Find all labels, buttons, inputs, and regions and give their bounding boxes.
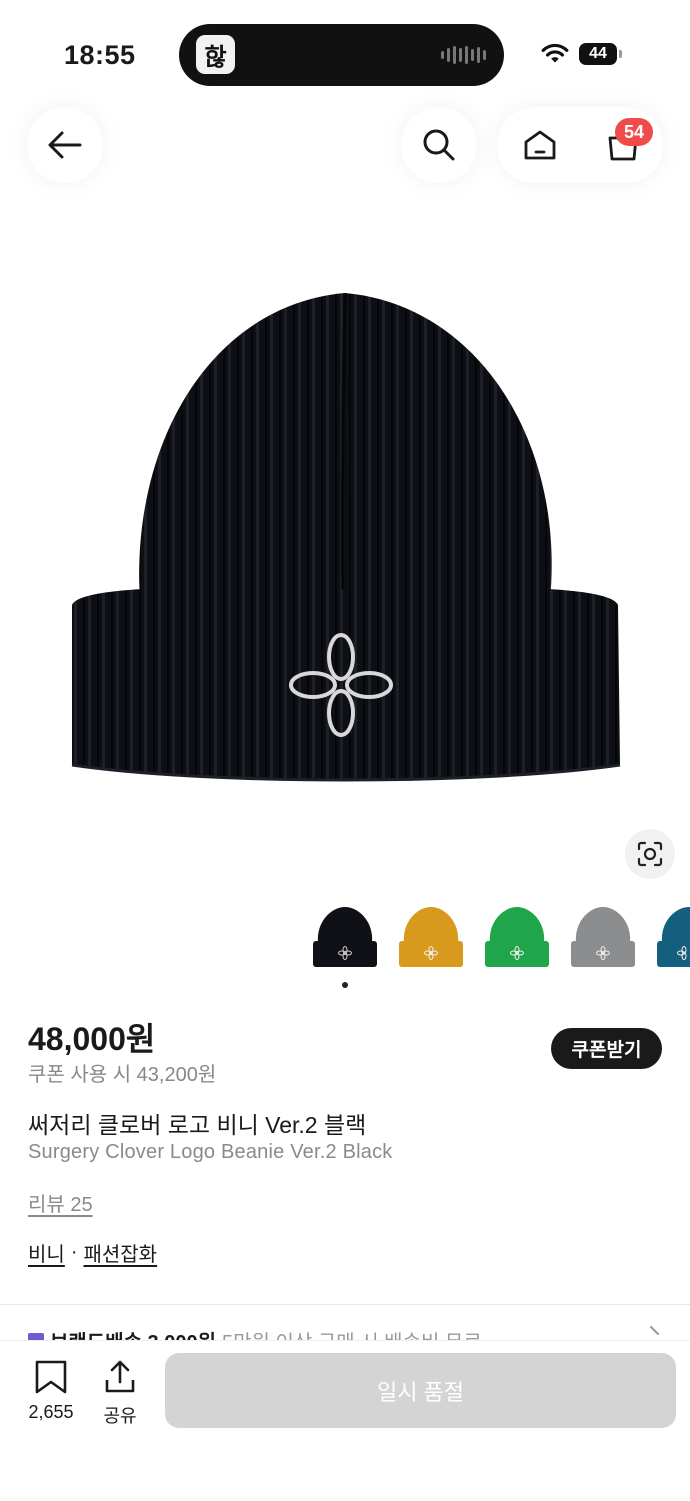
category-link-beanie[interactable]: 비니 [28, 1238, 65, 1267]
shipping-note: 5만원 이상 구매 시 배송비 무료 [222, 1326, 482, 1340]
wifi-icon [541, 43, 569, 63]
audio-wave-icon [441, 44, 486, 66]
color-thumb-black[interactable] [310, 903, 380, 973]
wishlist-count: 2,655 [28, 1402, 74, 1422]
home-icon [524, 130, 556, 160]
home-button[interactable] [502, 107, 578, 183]
battery-nub [619, 50, 622, 58]
battery-indicator: 44 [579, 43, 617, 65]
share-label: 공유 [103, 1406, 137, 1426]
divider [0, 1304, 690, 1305]
soldout-button: 일시 품절 [165, 1353, 676, 1428]
island-app-icon: 핞 [196, 35, 235, 74]
bookmark-icon [35, 1360, 67, 1394]
share-icon [105, 1360, 135, 1393]
arrow-left-icon [48, 131, 82, 159]
category-link-fashion-goods[interactable]: 패션잡화 [83, 1238, 157, 1267]
review-link[interactable]: 리뷰 25 [28, 1188, 93, 1217]
color-thumb-green[interactable] [482, 903, 552, 973]
category-separator: · [70, 1241, 78, 1263]
wishlist-button[interactable]: 2,655 [22, 1360, 80, 1423]
category-breadcrumb: 비니 · 패션잡화 [28, 1238, 157, 1267]
lens-icon [637, 841, 663, 867]
selected-thumb-indicator [342, 982, 348, 988]
color-thumb-mustard[interactable] [396, 903, 466, 973]
shipping-row[interactable]: 브랜드배송 3,000원 5만원 이상 구매 시 배송비 무료 [28, 1326, 668, 1340]
color-thumb-teal[interactable] [654, 903, 690, 973]
brand-shipping-icon [28, 1332, 44, 1340]
cart-count-badge: 54 [615, 118, 653, 146]
dynamic-island: 핞 [179, 24, 504, 86]
product-title-en: Surgery Clover Logo Beanie Ver.2 Black [28, 1141, 393, 1163]
shipping-fee: 브랜드배송 3,000원 [50, 1326, 216, 1340]
product-title-ko: 써저리 클로버 로고 비니 Ver.2 블랙 [28, 1112, 367, 1138]
get-coupon-button[interactable]: 쿠폰받기 [551, 1028, 662, 1069]
product-image[interactable] [60, 285, 630, 805]
status-time: 18:55 [64, 40, 136, 70]
search-icon [423, 129, 455, 161]
chevron-right-icon [650, 1326, 659, 1335]
coupon-price: 쿠폰 사용 시 43,200원 [28, 1064, 217, 1086]
share-button[interactable]: 공유 [94, 1360, 146, 1428]
color-thumb-gray[interactable] [568, 903, 638, 973]
search-button[interactable] [401, 107, 477, 183]
price: 48,000원 [28, 1021, 156, 1057]
image-search-button[interactable] [625, 829, 675, 879]
back-button[interactable] [27, 107, 103, 183]
